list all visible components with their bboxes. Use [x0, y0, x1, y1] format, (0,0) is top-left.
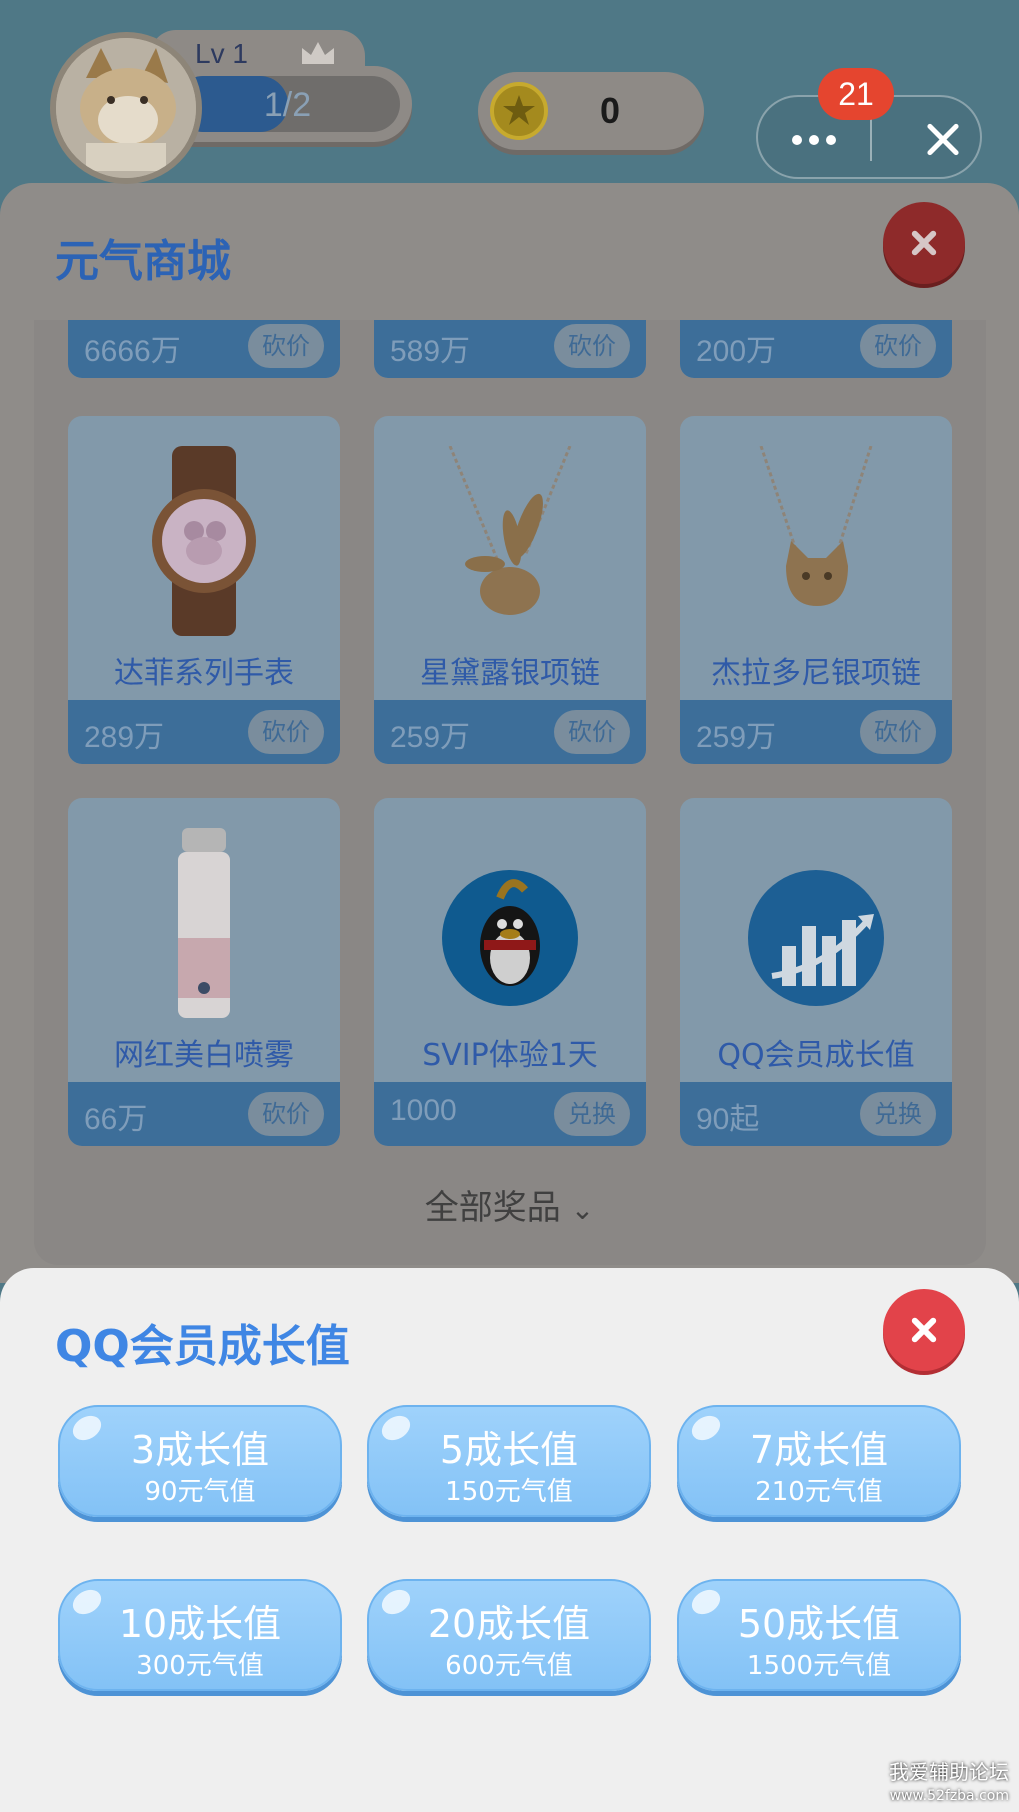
card-price-bar: 259万 砍价 — [680, 700, 952, 764]
level-progress-text: 1/2 — [263, 86, 312, 124]
watermark-line1: 我爱辅助论坛 — [889, 1760, 1009, 1784]
watch-icon — [152, 446, 256, 636]
card-price: 289万 — [84, 721, 165, 754]
product-card-cat-necklace[interactable]: 杰拉多尼银项链 259万 砍价 — [680, 416, 952, 764]
watermark-line2: www.52fzba.com — [889, 1788, 1009, 1804]
cat-necklace-icon — [759, 446, 873, 606]
product-card-watch[interactable]: 达菲系列手表 289万 砍价 — [68, 416, 340, 764]
product-card-spray[interactable]: 网红美白喷雾 66万 砍价 — [68, 798, 340, 1146]
cat-avatar-icon — [56, 38, 196, 178]
card-price-bar: 1000 兑换 — [374, 1082, 646, 1146]
bargain-button[interactable]: 砍价 — [554, 324, 630, 368]
card-price: 6666万 — [84, 335, 181, 368]
product-card[interactable]: 6666万 砍价 — [68, 320, 340, 378]
card-price-bar: 90起 兑换 — [680, 1082, 952, 1146]
product-grid[interactable]: 6666万 砍价 589万 砍价 200万 砍价 达菲系列手表 289万 砍价 — [34, 320, 986, 1265]
card-price-bar: 289万 砍价 — [68, 700, 340, 764]
card-price: 589万 — [390, 335, 471, 368]
product-name: 网红美白喷雾 — [114, 1038, 294, 1073]
avatar[interactable] — [50, 32, 202, 184]
card-price: 66万 — [84, 1103, 148, 1136]
bargain-button[interactable]: 砍价 — [860, 324, 936, 368]
growth-option-7[interactable]: 7成长值 210元气值 — [677, 1405, 961, 1517]
product-card[interactable]: 589万 砍价 — [374, 320, 646, 378]
sheet-close-button[interactable] — [883, 1289, 965, 1371]
option-cost: 600元气值 — [445, 1651, 573, 1681]
card-price: 1000 — [390, 1094, 457, 1127]
product-card-svip[interactable]: SVIP体验1天 1000 兑换 — [374, 798, 646, 1146]
option-cost: 90元气值 — [144, 1477, 256, 1507]
product-name: QQ会员成长值 — [717, 1038, 915, 1073]
product-name: 星黛露银项链 — [420, 656, 600, 691]
card-price-bar: 200万 砍价 — [680, 320, 952, 378]
option-label: 50成长值 — [737, 1602, 901, 1646]
product-name: 达菲系列手表 — [114, 656, 294, 691]
coin-icon — [490, 82, 548, 140]
card-price: 259万 — [390, 721, 471, 754]
product-card-growth[interactable]: QQ会员成长值 90起 兑换 — [680, 798, 952, 1146]
coin-value: 0 — [600, 90, 621, 131]
show-all-prizes-button[interactable]: 全部奖品 ⌄ — [0, 1180, 1019, 1229]
card-price: 90起 — [696, 1103, 760, 1136]
card-price-bar: 6666万 砍价 — [68, 320, 340, 378]
spray-bottle-icon — [178, 828, 230, 1018]
qq-penguin-icon — [442, 870, 578, 1006]
option-cost: 210元气值 — [755, 1477, 883, 1507]
watermark: 我爱辅助论坛 www.52fzba.com — [889, 1760, 1009, 1808]
growth-option-50[interactable]: 50成长值 1500元气值 — [677, 1579, 961, 1691]
growth-option-5[interactable]: 5成长值 150元气值 — [367, 1405, 651, 1517]
bargain-button[interactable]: 砍价 — [860, 710, 936, 754]
product-name: SVIP体验1天 — [422, 1038, 598, 1073]
card-price-bar: 66万 砍价 — [68, 1082, 340, 1146]
growth-option-3[interactable]: 3成长值 90元气值 — [58, 1405, 342, 1517]
option-cost: 300元气值 — [136, 1651, 264, 1681]
bargain-button[interactable]: 砍价 — [248, 1092, 324, 1136]
bargain-button[interactable]: 砍价 — [248, 710, 324, 754]
store-close-button[interactable] — [883, 202, 965, 284]
option-label: 5成长值 — [439, 1428, 579, 1472]
card-price: 200万 — [696, 335, 777, 368]
show-all-label: 全部奖品 — [424, 1188, 561, 1228]
store-title: 元气商城 — [55, 236, 231, 287]
product-card-bunny-necklace[interactable]: 星黛露银项链 259万 砍价 — [374, 416, 646, 764]
notification-badge: 21 — [818, 68, 894, 120]
bunny-necklace-icon — [448, 446, 572, 615]
bargain-button[interactable]: 砍价 — [248, 324, 324, 368]
exchange-button[interactable]: 兑换 — [554, 1092, 630, 1136]
growth-option-10[interactable]: 10成长值 300元气值 — [58, 1579, 342, 1691]
exchange-button[interactable]: 兑换 — [860, 1092, 936, 1136]
chevron-down-icon: ⌄ — [570, 1193, 595, 1226]
sheet-title: QQ会员成长值 — [55, 1321, 350, 1372]
option-label: 3成长值 — [130, 1428, 270, 1472]
growth-option-20[interactable]: 20成长值 600元气值 — [367, 1579, 651, 1691]
bargain-button[interactable]: 砍价 — [554, 710, 630, 754]
growth-chart-icon — [748, 870, 884, 1006]
crown-icon — [302, 42, 334, 64]
option-label: 7成长值 — [749, 1428, 889, 1472]
product-card[interactable]: 200万 砍价 — [680, 320, 952, 378]
option-label: 20成长值 — [427, 1602, 591, 1646]
card-price-bar: 589万 砍价 — [374, 320, 646, 378]
product-name: 杰拉多尼银项链 — [711, 656, 921, 691]
option-cost: 1500元气值 — [746, 1651, 892, 1681]
card-price: 259万 — [696, 721, 777, 754]
option-cost: 150元气值 — [445, 1477, 573, 1507]
card-price-bar: 259万 砍价 — [374, 700, 646, 764]
option-label: 10成长值 — [118, 1602, 282, 1646]
